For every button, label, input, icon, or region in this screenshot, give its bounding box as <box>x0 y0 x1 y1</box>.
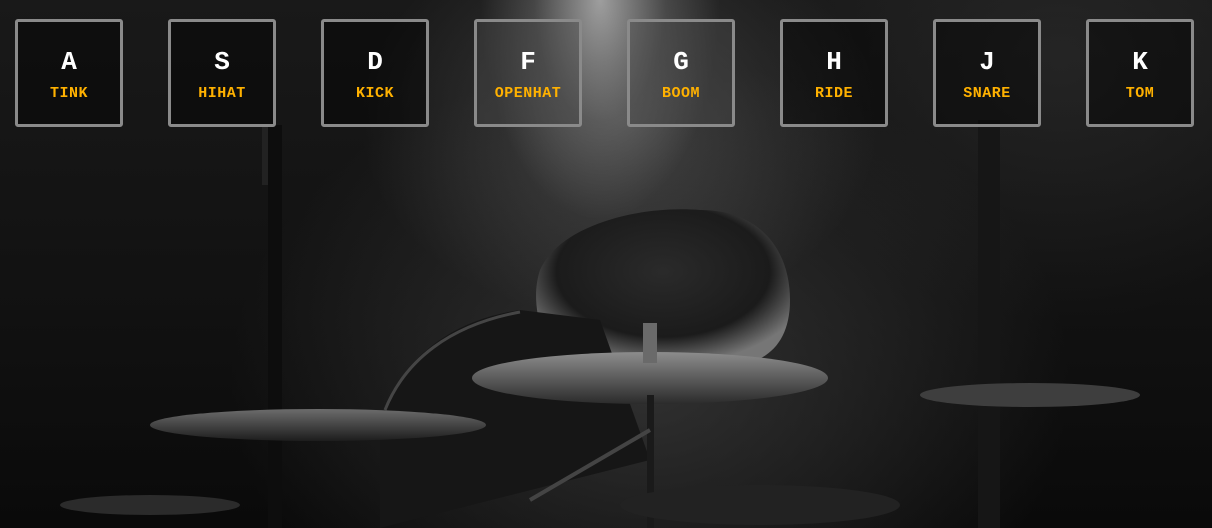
sound-label: OPENHAT <box>494 85 562 102</box>
drum-key-hihat[interactable]: S HIHAT <box>168 19 276 127</box>
sound-label: TINK <box>49 85 88 102</box>
key-letter: F <box>520 47 536 77</box>
key-letter: G <box>673 47 689 77</box>
drum-kit-page: A TINK S HIHAT D KICK F OPENHAT G BOOM H… <box>0 0 1212 528</box>
drum-key-tink[interactable]: A TINK <box>15 19 123 127</box>
key-letter: J <box>979 47 995 77</box>
key-letter: S <box>214 47 230 77</box>
drum-key-ride[interactable]: H RIDE <box>780 19 888 127</box>
sound-label: TOM <box>1125 85 1155 102</box>
drum-key-kick[interactable]: D KICK <box>321 19 429 127</box>
sound-label: KICK <box>355 85 394 102</box>
sound-label: RIDE <box>814 85 853 102</box>
key-letter: A <box>61 47 77 77</box>
drum-key-boom[interactable]: G BOOM <box>627 19 735 127</box>
drum-key-snare[interactable]: J SNARE <box>933 19 1041 127</box>
sound-label: HIHAT <box>198 85 246 102</box>
key-letter: D <box>367 47 383 77</box>
key-letter: H <box>826 47 842 77</box>
drum-key-openhat[interactable]: F OPENHAT <box>474 19 582 127</box>
drum-key-tom[interactable]: K TOM <box>1086 19 1194 127</box>
sound-label: SNARE <box>963 85 1011 102</box>
key-letter: K <box>1132 47 1148 77</box>
drum-keys-row: A TINK S HIHAT D KICK F OPENHAT G BOOM H… <box>15 19 1195 127</box>
sound-label: BOOM <box>661 85 700 102</box>
